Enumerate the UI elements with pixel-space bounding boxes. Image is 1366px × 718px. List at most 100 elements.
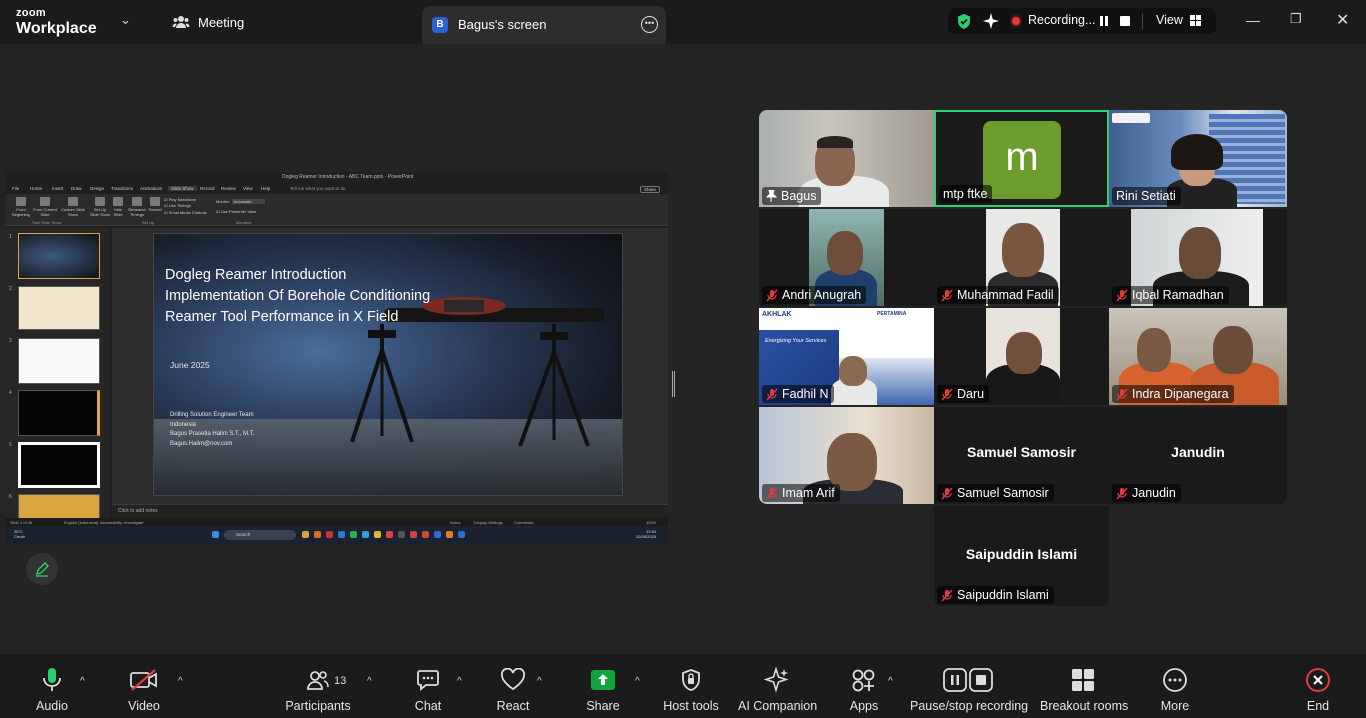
tab-shared-screen[interactable]: B Bagus's screen ••• (422, 6, 666, 44)
weather-widget[interactable]: 28°C Cerah (14, 529, 25, 539)
ai-sparkle-icon[interactable] (982, 12, 1000, 30)
video-tile[interactable]: Rini Setiati (1109, 110, 1287, 207)
from-current-slide-button[interactable]: From Current Slide (32, 197, 58, 218)
breakout-rooms-button[interactable]: Breakout rooms (1040, 666, 1128, 713)
react-button[interactable]: React (494, 666, 532, 713)
windows-start-icon[interactable] (212, 531, 219, 538)
video-tile-no-video[interactable]: Saipuddin Islami Saipuddin Islami (934, 506, 1109, 606)
chat-button[interactable]: Chat (410, 666, 446, 713)
taskbar-app-icon[interactable] (302, 531, 309, 538)
close-icon[interactable]: ✕ (1336, 10, 1349, 30)
record-button[interactable]: Record (148, 197, 162, 213)
video-tile-no-video[interactable]: Janudin Janudin (1109, 407, 1287, 504)
share-options-caret[interactable]: ^ (635, 676, 640, 687)
ribbon-tab[interactable]: Animations (140, 186, 162, 191)
ribbon-tab[interactable]: Design (90, 186, 104, 191)
pause-stop-recording-button[interactable]: Pause/stop recording (910, 666, 1028, 713)
zoom-workplace-logo[interactable]: zoom Workplace (16, 8, 97, 37)
taskbar-app-icon[interactable] (338, 531, 345, 538)
end-meeting-button[interactable]: End (1300, 666, 1336, 713)
audio-options-caret[interactable]: ^ (80, 676, 85, 687)
current-slide[interactable]: Dogleg Reamer Introduction Implementatio… (153, 233, 623, 496)
status-comments-button[interactable]: Comments (514, 520, 533, 525)
video-tile[interactable]: Iqbal Ramadhan (1109, 209, 1287, 306)
annotate-button[interactable] (26, 553, 58, 585)
ribbon-tab[interactable]: Draw (71, 186, 82, 191)
status-display-settings[interactable]: Display Settings (474, 520, 503, 525)
taskbar-clock[interactable]: 13:53 22/06/2025 (636, 529, 656, 539)
taskbar-app-icon[interactable] (362, 531, 369, 538)
gallery-grid-icon[interactable] (1190, 15, 1201, 26)
participants-button[interactable]: Participants (284, 666, 352, 713)
use-presenter-view-checkbox[interactable]: ☑ Use Presenter View (216, 207, 265, 217)
shared-screen-view[interactable]: Dogleg Reamer Introduction - ABC Team.pp… (6, 172, 668, 544)
stop-recording-icon[interactable] (1120, 16, 1130, 26)
ribbon-tab[interactable]: Record (200, 186, 215, 191)
apps-options-caret[interactable]: ^ (888, 676, 893, 687)
from-beginning-button[interactable]: From Beginning (10, 197, 32, 218)
host-tools-button[interactable]: Host tools (662, 666, 720, 713)
taskbar-app-icon[interactable] (374, 531, 381, 538)
taskbar-app-icon[interactable] (446, 531, 453, 538)
video-tile-no-video[interactable]: Samuel Samosir Samuel Samosir (934, 407, 1109, 504)
custom-slide-show-button[interactable]: Custom Slide Show (60, 197, 86, 218)
slide-thumbnail-4[interactable] (18, 390, 100, 436)
video-tile[interactable]: Imam Arif (759, 407, 934, 504)
video-tile[interactable]: Andri Anugrah (759, 209, 934, 306)
restore-icon[interactable]: ❐ (1290, 11, 1302, 27)
taskbar-search[interactable]: Search (224, 530, 296, 540)
video-tile-active-speaker[interactable]: m mtp ftke (934, 110, 1109, 207)
share-screen-button[interactable]: Share (584, 666, 622, 713)
panel-resize-handle[interactable] (672, 371, 675, 397)
ribbon-tab[interactable]: Help (261, 186, 270, 191)
taskbar-app-icon[interactable] (326, 531, 333, 538)
video-tile[interactable]: Indra Dipanegara (1109, 308, 1287, 405)
share-button[interactable]: Share (640, 186, 661, 193)
video-options-caret[interactable]: ^ (178, 676, 183, 687)
slide-thumbnail-3[interactable] (18, 338, 100, 384)
participants-options-caret[interactable]: ^ (367, 676, 372, 687)
audio-button[interactable]: Audio (30, 666, 74, 713)
minimize-icon[interactable]: — (1246, 12, 1260, 28)
chevron-down-icon[interactable]: ⌄ (120, 12, 131, 28)
video-tile[interactable]: AKHLAK PERTAMINA Energizing Your Service… (759, 308, 934, 405)
slide-thumbnail-2[interactable] (18, 286, 100, 330)
ribbon-tab[interactable]: Review (221, 186, 236, 191)
tell-me-search[interactable]: Tell me what you want to do (290, 186, 346, 191)
more-options-icon[interactable]: ••• (641, 16, 658, 33)
taskbar-app-icon[interactable] (410, 531, 417, 538)
status-notes-button[interactable]: Notes (450, 520, 460, 525)
status-accessibility[interactable]: Accessibility: Investigate (100, 520, 143, 525)
chat-options-caret[interactable]: ^ (457, 676, 462, 687)
slide-editor[interactable]: Dogleg Reamer Introduction Implementatio… (112, 228, 668, 504)
react-options-caret[interactable]: ^ (537, 676, 542, 687)
hide-slide-button[interactable]: Hide Slide (111, 197, 125, 218)
notes-pane[interactable]: Click to add notes (112, 504, 668, 518)
taskbar-zoom-icon[interactable] (434, 531, 441, 538)
slide-thumbnail-1[interactable] (18, 233, 100, 279)
ribbon-tab[interactable]: View (243, 186, 253, 191)
slide-thumbnail-5[interactable] (18, 442, 100, 488)
view-button-label[interactable]: View (1156, 13, 1183, 27)
show-media-controls-checkbox[interactable]: ☑ Show Media Controls (164, 210, 207, 216)
monitor-select[interactable]: Automatic (231, 199, 266, 204)
video-tile[interactable]: Muhammad Fadil (934, 209, 1109, 306)
video-button[interactable]: Video (122, 666, 166, 713)
ribbon-tab[interactable]: Insert (52, 186, 63, 191)
rehearse-timings-button[interactable]: Rehearse Timings (126, 197, 148, 218)
pause-recording-icon[interactable] (1096, 13, 1112, 29)
video-tile[interactable]: Bagus (759, 110, 934, 207)
taskbar-powerpoint-icon[interactable] (422, 531, 429, 538)
apps-button[interactable]: Apps (846, 666, 882, 713)
taskbar-app-icon[interactable] (314, 531, 321, 538)
set-up-slide-show-button[interactable]: Set Up Slide Show (90, 197, 110, 218)
taskbar-app-icon[interactable] (458, 531, 465, 538)
ribbon-tab[interactable]: Home (30, 186, 42, 191)
slide-thumbnail-6[interactable] (18, 494, 100, 520)
ribbon-tab[interactable]: File (12, 186, 19, 191)
taskbar-app-icon[interactable] (398, 531, 405, 538)
status-zoom-level[interactable]: 100% (646, 520, 656, 525)
taskbar-app-icon[interactable] (350, 531, 357, 538)
taskbar-app-icon[interactable] (386, 531, 393, 538)
security-shield-icon[interactable] (956, 13, 972, 30)
